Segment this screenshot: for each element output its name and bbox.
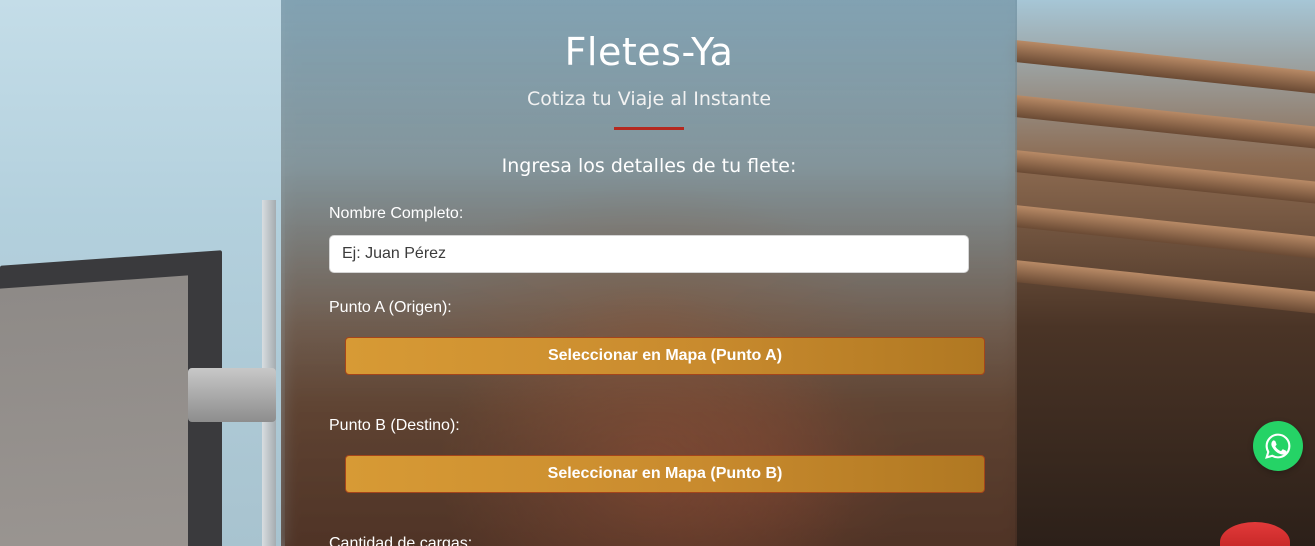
form-heading: Ingresa los detalles de tu flete: <box>501 155 797 177</box>
select-origin-map-button[interactable]: Seleccionar en Mapa (Punto A) <box>345 337 985 375</box>
quote-form-panel: Fletes-Ya Cotiza tu Viaje al Instante In… <box>281 0 1017 546</box>
truck-slat <box>1015 260 1315 314</box>
page-subtitle: Cotiza tu Viaje al Instante <box>526 88 772 110</box>
truck-slat <box>1015 40 1315 94</box>
whatsapp-icon <box>1264 432 1292 460</box>
truck-door-hinge <box>188 368 276 422</box>
origin-label: Punto A (Origen): <box>329 299 452 316</box>
truck-slat <box>1015 205 1315 259</box>
name-label: Nombre Completo: <box>329 205 464 222</box>
loads-label: Cantidad de cargas: <box>329 535 473 546</box>
truck-slat <box>1015 150 1315 204</box>
truck-door-panel <box>0 275 188 546</box>
page-title: Fletes-Ya <box>564 30 734 74</box>
whatsapp-button[interactable] <box>1253 421 1303 471</box>
title-divider <box>614 127 684 130</box>
page: Fletes-Ya Cotiza tu Viaje al Instante In… <box>0 0 1315 546</box>
truck-slat <box>1015 95 1315 149</box>
destination-label: Punto B (Destino): <box>329 417 460 434</box>
name-input[interactable] <box>329 235 969 273</box>
select-destination-map-button[interactable]: Seleccionar en Mapa (Punto B) <box>345 455 985 493</box>
